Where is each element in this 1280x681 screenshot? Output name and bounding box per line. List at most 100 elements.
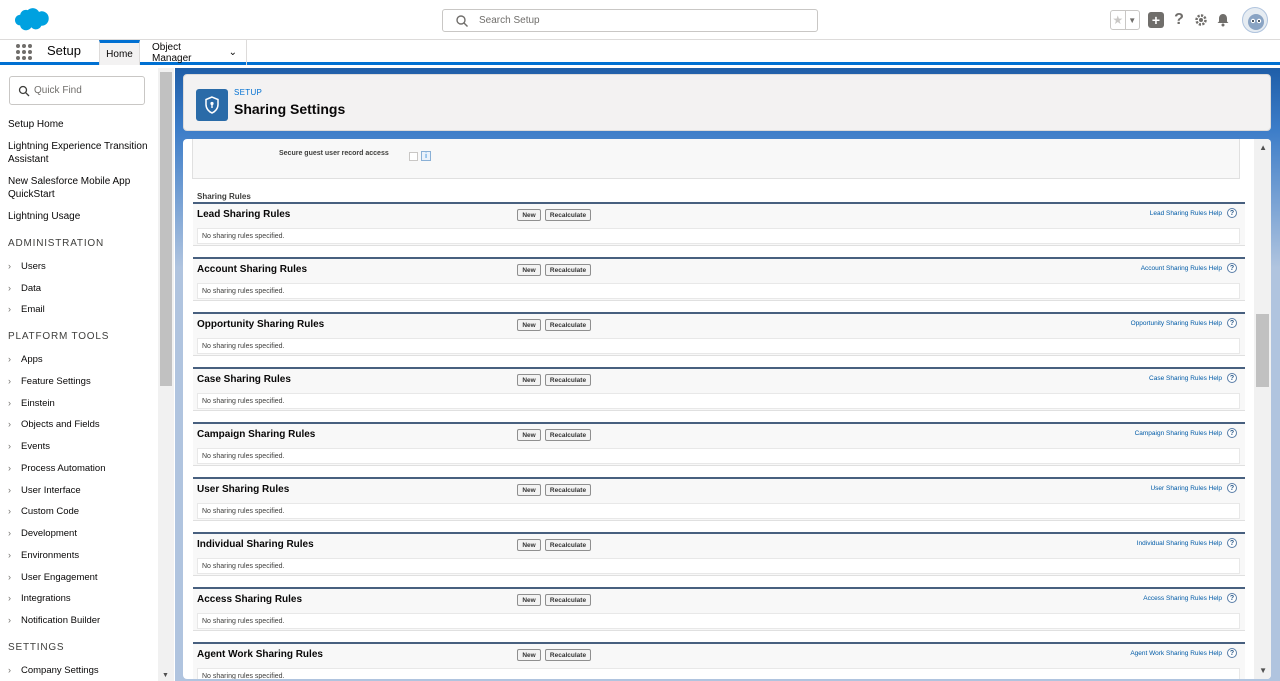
search-icon bbox=[18, 85, 30, 97]
help-link[interactable]: Campaign Sharing Rules Help bbox=[1135, 430, 1222, 437]
help-link[interactable]: Individual Sharing Rules Help bbox=[1137, 540, 1222, 547]
recalculate-button[interactable]: Recalculate bbox=[545, 539, 591, 551]
sidebar-item-development[interactable]: › Development bbox=[8, 528, 77, 539]
recalculate-button[interactable]: Recalculate bbox=[545, 374, 591, 386]
empty-rules-text: No sharing rules specified. bbox=[197, 668, 1240, 679]
setup-sidebar: Quick Find Setup Home Lightning Experien… bbox=[0, 68, 175, 681]
sidebar-item-environments[interactable]: › Environments bbox=[8, 550, 79, 561]
info-icon[interactable]: i bbox=[421, 151, 431, 161]
chevron-right-icon: › bbox=[8, 572, 11, 582]
sidebar-item-custom-code[interactable]: › Custom Code bbox=[8, 506, 79, 517]
new-button[interactable]: New bbox=[517, 319, 541, 331]
help-icon[interactable]: ? bbox=[1168, 9, 1190, 31]
sidebar-item-objects-and-fields[interactable]: › Objects and Fields bbox=[8, 419, 100, 430]
help-link[interactable]: Account Sharing Rules Help bbox=[1141, 265, 1222, 272]
sidebar-item-mobile-quickstart[interactable]: New Salesforce Mobile App QuickStart bbox=[8, 175, 138, 201]
rule-section-individual: Individual Sharing Rules New Recalculate… bbox=[193, 532, 1245, 576]
help-icon[interactable]: ? bbox=[1227, 373, 1237, 383]
sidebar-item-lightning-transition[interactable]: Lightning Experience Transition Assistan… bbox=[8, 140, 154, 166]
chevron-right-icon: › bbox=[8, 528, 11, 538]
recalculate-button[interactable]: Recalculate bbox=[545, 429, 591, 441]
sidebar-item-company-settings[interactable]: › Company Settings bbox=[8, 665, 99, 676]
new-button[interactable]: New bbox=[517, 484, 541, 496]
sidebar-item-label: Notification Builder bbox=[21, 615, 101, 626]
help-icon[interactable]: ? bbox=[1227, 263, 1237, 273]
recalculate-button[interactable]: Recalculate bbox=[545, 594, 591, 606]
help-link[interactable]: Access Sharing Rules Help bbox=[1143, 595, 1222, 602]
help-icon[interactable]: ? bbox=[1227, 538, 1237, 548]
sidebar-item-user-interface[interactable]: › User Interface bbox=[8, 485, 81, 496]
sidebar-item-user-engagement[interactable]: › User Engagement bbox=[8, 572, 98, 583]
sidebar-item-feature-settings[interactable]: › Feature Settings bbox=[8, 376, 91, 387]
sidebar-item-label: Events bbox=[21, 441, 51, 452]
new-button[interactable]: New bbox=[517, 649, 541, 661]
tab-home[interactable]: Home bbox=[99, 40, 140, 65]
help-link[interactable]: Opportunity Sharing Rules Help bbox=[1131, 320, 1222, 327]
gear-icon[interactable] bbox=[1190, 9, 1212, 31]
new-button[interactable]: New bbox=[517, 429, 541, 441]
empty-rules-text: No sharing rules specified. bbox=[197, 613, 1240, 629]
new-button[interactable]: New bbox=[517, 594, 541, 606]
sidebar-item-process-automation[interactable]: › Process Automation bbox=[8, 463, 106, 474]
help-icon[interactable]: ? bbox=[1227, 593, 1237, 603]
chevron-right-icon: › bbox=[8, 376, 11, 386]
favorites-button[interactable]: ★ ▼ bbox=[1110, 10, 1140, 30]
rule-section-title: Opportunity Sharing Rules bbox=[197, 319, 325, 330]
help-link[interactable]: Lead Sharing Rules Help bbox=[1150, 210, 1222, 217]
new-button[interactable]: New bbox=[517, 374, 541, 386]
rule-section-agent-work: Agent Work Sharing Rules New Recalculate… bbox=[193, 642, 1245, 679]
tab-home-label: Home bbox=[106, 48, 133, 60]
sidebar-item-events[interactable]: › Events bbox=[8, 441, 50, 452]
help-icon[interactable]: ? bbox=[1227, 428, 1237, 438]
sidebar-item-lightning-usage[interactable]: Lightning Usage bbox=[8, 210, 154, 223]
content-scrollbar-thumb[interactable] bbox=[1256, 314, 1269, 387]
tab-object-manager[interactable]: Object Manager ⌄ bbox=[143, 40, 247, 65]
new-button[interactable]: New bbox=[517, 264, 541, 276]
chevron-down-icon[interactable]: ⌄ bbox=[229, 47, 237, 58]
avatar[interactable] bbox=[1242, 7, 1268, 33]
recalculate-button[interactable]: Recalculate bbox=[545, 319, 591, 331]
help-link[interactable]: Agent Work Sharing Rules Help bbox=[1130, 650, 1222, 657]
scroll-up-arrow-icon[interactable]: ▲ bbox=[1259, 143, 1267, 152]
rule-section-opportunity: Opportunity Sharing Rules New Recalculat… bbox=[193, 312, 1245, 356]
sidebar-item-einstein[interactable]: › Einstein bbox=[8, 398, 55, 409]
empty-rules-text: No sharing rules specified. bbox=[197, 503, 1240, 519]
scroll-down-arrow-icon[interactable]: ▼ bbox=[162, 672, 169, 679]
recalculate-button[interactable]: Recalculate bbox=[545, 264, 591, 276]
help-icon[interactable]: ? bbox=[1227, 208, 1237, 218]
star-icon[interactable]: ★ bbox=[1111, 11, 1126, 29]
help-icon[interactable]: ? bbox=[1227, 648, 1237, 658]
sidebar-item-notification-builder[interactable]: › Notification Builder bbox=[8, 615, 100, 626]
new-button[interactable]: New bbox=[517, 209, 541, 221]
app-nav-bar: Setup Home Object Manager ⌄ bbox=[0, 40, 1280, 65]
sidebar-item-integrations[interactable]: › Integrations bbox=[8, 593, 71, 604]
plus-icon[interactable]: + bbox=[1148, 12, 1164, 28]
quick-find-input[interactable]: Quick Find bbox=[9, 76, 145, 105]
recalculate-button[interactable]: Recalculate bbox=[545, 484, 591, 496]
sidebar-item-email[interactable]: › Email bbox=[8, 304, 45, 315]
app-launcher-icon[interactable] bbox=[16, 44, 32, 60]
help-link[interactable]: User Sharing Rules Help bbox=[1150, 485, 1222, 492]
salesforce-logo[interactable] bbox=[10, 6, 52, 36]
help-icon[interactable]: ? bbox=[1227, 318, 1237, 328]
content-scrollbar[interactable] bbox=[1254, 139, 1271, 679]
sidebar-scrollbar-thumb[interactable] bbox=[160, 72, 172, 386]
new-button[interactable]: New bbox=[517, 539, 541, 551]
recalculate-button[interactable]: Recalculate bbox=[545, 209, 591, 221]
sidebar-item-users[interactable]: › Users bbox=[8, 261, 46, 272]
sidebar-item-apps[interactable]: › Apps bbox=[8, 354, 43, 365]
scroll-down-arrow-icon[interactable]: ▼ bbox=[1259, 666, 1267, 675]
guest-access-checkbox[interactable] bbox=[409, 152, 418, 161]
bell-icon[interactable] bbox=[1212, 9, 1234, 31]
global-header: Search Setup ★ ▼ + ? bbox=[0, 0, 1280, 40]
rule-section-title: Agent Work Sharing Rules bbox=[197, 649, 323, 660]
help-icon[interactable]: ? bbox=[1227, 483, 1237, 493]
help-link[interactable]: Case Sharing Rules Help bbox=[1149, 375, 1222, 382]
search-setup-input[interactable]: Search Setup bbox=[442, 9, 818, 32]
chevron-down-icon[interactable]: ▼ bbox=[1126, 11, 1140, 29]
shield-icon bbox=[196, 89, 228, 121]
sidebar-item-data[interactable]: › Data bbox=[8, 283, 41, 294]
sidebar-item-setup-home[interactable]: Setup Home bbox=[8, 118, 154, 131]
recalculate-button[interactable]: Recalculate bbox=[545, 649, 591, 661]
breadcrumb[interactable]: SETUP bbox=[234, 88, 262, 97]
